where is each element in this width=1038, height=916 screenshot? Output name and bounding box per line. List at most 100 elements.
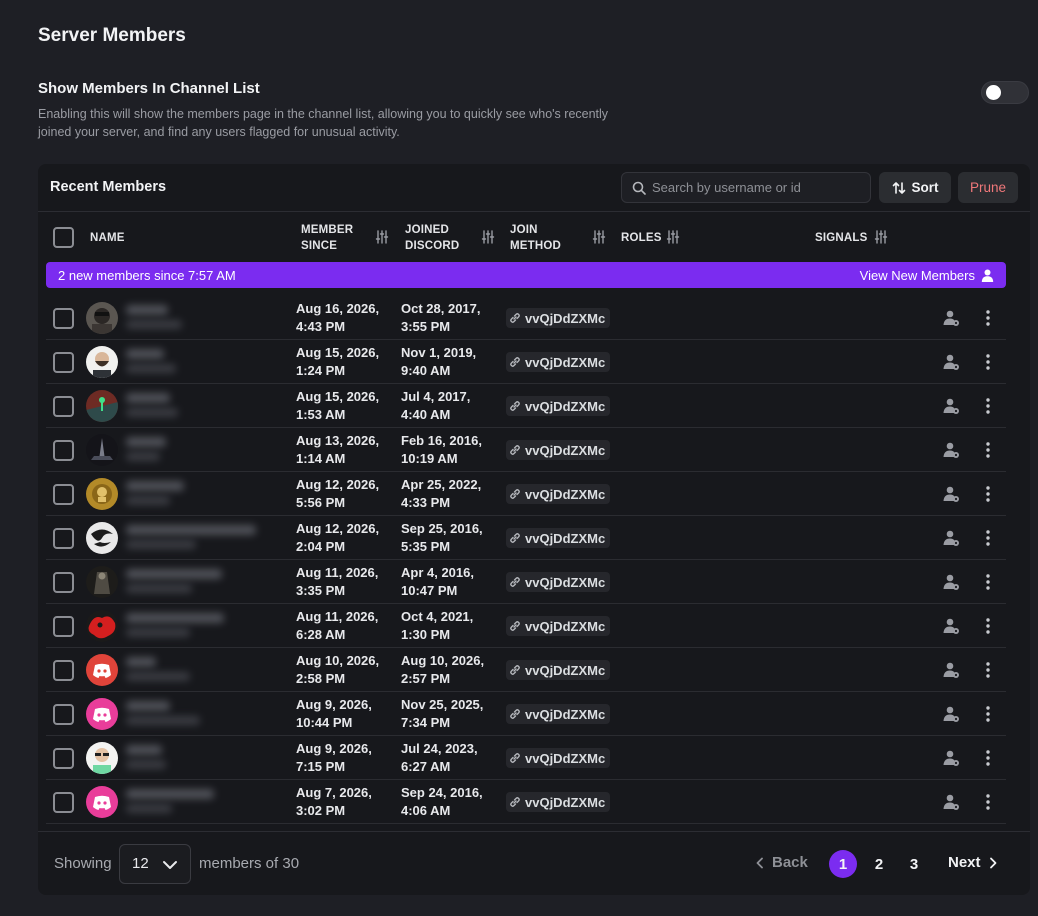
table-row[interactable]: Aug 9, 2026, 7:15 PM Jul 24, 2023, 6:27 AM v… [46, 736, 1006, 780]
user-settings-icon[interactable] [942, 441, 960, 459]
table-row[interactable]: Aug 11, 2026, 3:35 PM Apr 4, 2016, 10:47 PM… [46, 560, 1006, 604]
avatar[interactable] [86, 566, 118, 598]
avatar[interactable] [86, 346, 118, 378]
row-checkbox[interactable] [53, 792, 74, 813]
filter-icon[interactable] [481, 230, 495, 244]
column-joined-discord[interactable]: JOINED DISCORD [405, 222, 465, 254]
more-options-icon[interactable] [979, 440, 997, 460]
row-checkbox[interactable] [53, 704, 74, 725]
table-row[interactable]: Aug 7, 2026, 3:02 PM Sep 24, 2016, 4:06 AM v… [46, 780, 1006, 824]
row-checkbox[interactable] [53, 440, 74, 461]
row-checkbox[interactable] [53, 616, 74, 637]
prune-button[interactable]: Prune [958, 172, 1018, 203]
more-options-icon[interactable] [979, 528, 997, 548]
user-settings-icon[interactable] [942, 617, 960, 635]
more-options-icon[interactable] [979, 484, 997, 504]
table-row[interactable]: Aug 13, 2026, 1:14 AM Feb 16, 2016, 10:19 A… [46, 428, 1006, 472]
invite-code-chip[interactable]: vvQjDdZXMc [506, 748, 611, 768]
invite-code-chip[interactable]: vvQjDdZXMc [506, 352, 611, 372]
more-options-icon[interactable] [979, 616, 997, 636]
avatar[interactable] [86, 786, 118, 818]
table-row[interactable]: Aug 16, 2026, 4:43 PM Oct 28, 2017, 3:55 PM… [46, 296, 1006, 340]
more-options-icon[interactable] [979, 792, 997, 812]
username-redacted[interactable] [126, 569, 222, 579]
page-size-select[interactable]: 12 [119, 844, 191, 884]
sort-button[interactable]: Sort [879, 172, 951, 203]
avatar[interactable] [86, 434, 118, 466]
invite-code-chip[interactable]: vvQjDdZXMc [506, 704, 611, 724]
username-redacted[interactable] [126, 701, 170, 711]
user-settings-icon[interactable] [942, 397, 960, 415]
more-options-icon[interactable] [979, 308, 997, 328]
show-members-toggle[interactable] [981, 81, 1029, 104]
username-redacted[interactable] [126, 481, 184, 491]
invite-code-chip[interactable]: vvQjDdZXMc [506, 660, 611, 680]
user-settings-icon[interactable] [942, 749, 960, 767]
view-new-members-link[interactable]: View New Members [860, 268, 994, 283]
user-settings-icon[interactable] [942, 353, 960, 371]
invite-code-chip[interactable]: vvQjDdZXMc [506, 440, 611, 460]
filter-icon[interactable] [375, 230, 389, 244]
avatar[interactable] [86, 698, 118, 730]
column-roles[interactable]: ROLES [621, 230, 662, 246]
user-settings-icon[interactable] [942, 793, 960, 811]
invite-code-chip[interactable]: vvQjDdZXMc [506, 792, 611, 812]
row-checkbox[interactable] [53, 484, 74, 505]
select-all-checkbox[interactable] [53, 227, 74, 248]
username-redacted[interactable] [126, 437, 166, 447]
back-button[interactable]: Back [756, 854, 808, 871]
avatar[interactable] [86, 654, 118, 686]
avatar[interactable] [86, 522, 118, 554]
avatar[interactable] [86, 610, 118, 642]
invite-code-chip[interactable]: vvQjDdZXMc [506, 396, 611, 416]
invite-code-chip[interactable]: vvQjDdZXMc [506, 528, 611, 548]
table-row[interactable]: Aug 15, 2026, 1:24 PM Nov 1, 2019, 9:40 AM v… [46, 340, 1006, 384]
table-row[interactable]: Aug 12, 2026, 2:04 PM Sep 25, 2016, 5:35 PM… [46, 516, 1006, 560]
page-button-2[interactable]: 2 [865, 850, 893, 878]
table-row[interactable]: Aug 9, 2026, 10:44 PM Nov 25, 2025, 7:34 PM… [46, 692, 1006, 736]
username-redacted[interactable] [126, 525, 256, 535]
avatar[interactable] [86, 478, 118, 510]
more-options-icon[interactable] [979, 396, 997, 416]
table-row[interactable]: Aug 11, 2026, 6:28 AM Oct 4, 2021, 1:30 PM v… [46, 604, 1006, 648]
more-options-icon[interactable] [979, 748, 997, 768]
row-checkbox[interactable] [53, 396, 74, 417]
search-input[interactable] [652, 173, 864, 202]
avatar[interactable] [86, 742, 118, 774]
search-box[interactable] [621, 172, 871, 203]
filter-icon[interactable] [666, 230, 680, 244]
invite-code-chip[interactable]: vvQjDdZXMc [506, 308, 611, 328]
invite-code-chip[interactable]: vvQjDdZXMc [506, 616, 611, 636]
invite-code-chip[interactable]: vvQjDdZXMc [506, 572, 611, 592]
username-redacted[interactable] [126, 745, 162, 755]
row-checkbox[interactable] [53, 528, 74, 549]
more-options-icon[interactable] [979, 352, 997, 372]
username-redacted[interactable] [126, 657, 156, 667]
user-settings-icon[interactable] [942, 661, 960, 679]
avatar[interactable] [86, 302, 118, 334]
column-name[interactable]: NAME [90, 230, 125, 246]
page-button-3[interactable]: 3 [900, 850, 928, 878]
row-checkbox[interactable] [53, 572, 74, 593]
page-button-1[interactable]: 1 [829, 850, 857, 878]
row-checkbox[interactable] [53, 352, 74, 373]
username-redacted[interactable] [126, 613, 224, 623]
column-join-method[interactable]: JOIN METHOD [510, 222, 570, 254]
username-redacted[interactable] [126, 789, 214, 799]
row-checkbox[interactable] [53, 660, 74, 681]
row-checkbox[interactable] [53, 748, 74, 769]
column-signals[interactable]: SIGNALS [815, 230, 868, 246]
username-redacted[interactable] [126, 349, 164, 359]
more-options-icon[interactable] [979, 660, 997, 680]
row-checkbox[interactable] [53, 308, 74, 329]
username-redacted[interactable] [126, 393, 170, 403]
table-row[interactable]: Aug 10, 2026, 2:58 PM Aug 10, 2026, 2:57 PM… [46, 648, 1006, 692]
user-settings-icon[interactable] [942, 705, 960, 723]
user-settings-icon[interactable] [942, 309, 960, 327]
filter-icon[interactable] [592, 230, 606, 244]
user-settings-icon[interactable] [942, 485, 960, 503]
invite-code-chip[interactable]: vvQjDdZXMc [506, 484, 611, 504]
avatar[interactable] [86, 390, 118, 422]
more-options-icon[interactable] [979, 704, 997, 724]
table-row[interactable]: Aug 15, 2026, 1:53 AM Jul 4, 2017, 4:40 AM v… [46, 384, 1006, 428]
